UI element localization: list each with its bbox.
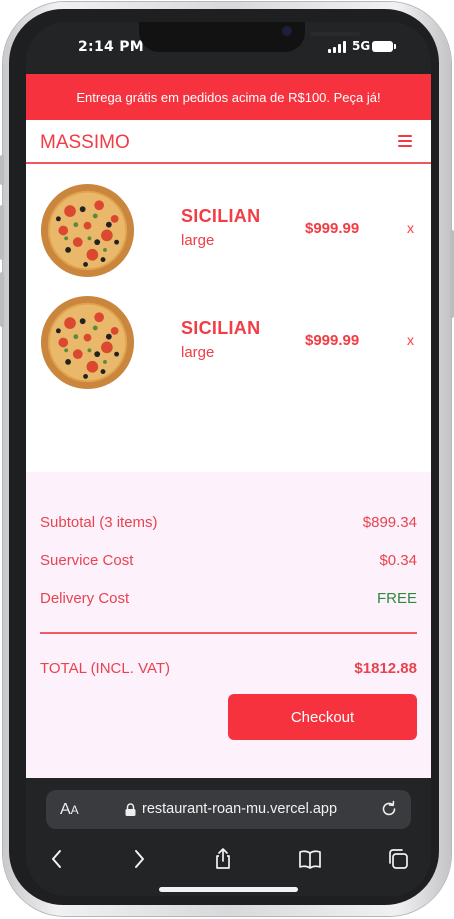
promo-text: Entrega grátis em pedidos acima de R$100…	[76, 89, 381, 105]
service-cost-row: Suervice Cost $0.34	[40, 552, 417, 572]
promo-banner: Entrega grátis em pedidos acima de R$100…	[26, 74, 431, 120]
web-page: Entrega grátis em pedidos acima de R$100…	[26, 74, 431, 778]
back-icon[interactable]	[45, 847, 69, 871]
item-price: $999.99	[305, 220, 360, 237]
cart-item: SICILIAN large $999.99 x	[26, 294, 431, 394]
checkout-button[interactable]: Checkout	[228, 694, 417, 740]
screen: 2:14 PM 5G Entrega grátis em pedidos aci…	[26, 22, 431, 896]
cart-list: SICILIAN large $999.99 x SICILIAN large …	[26, 166, 431, 472]
network-type: 5G	[352, 39, 371, 53]
signal-icon	[328, 41, 348, 53]
remove-item-button[interactable]: x	[407, 220, 414, 236]
item-size: large	[181, 344, 215, 361]
delivery-cost-row: Delivery Cost FREE	[40, 590, 417, 610]
menu-icon[interactable]	[398, 135, 412, 147]
total-value: $1812.88	[354, 660, 417, 677]
side-button	[0, 272, 4, 327]
site-header: MASSIMO	[26, 120, 431, 164]
tabs-icon[interactable]	[386, 847, 410, 871]
brand-logo[interactable]: MASSIMO	[40, 132, 130, 154]
subtotal-value: $899.34	[362, 514, 417, 531]
url-text: restaurant-roan-mu.vercel.app	[142, 801, 338, 817]
item-size: large	[181, 232, 215, 249]
text-size-label: A	[60, 801, 71, 818]
lock-icon	[125, 803, 136, 816]
reload-icon[interactable]	[379, 799, 399, 819]
front-camera	[282, 26, 292, 36]
item-price: $999.99	[305, 332, 360, 349]
side-button	[0, 205, 4, 260]
status-bar: 2:14 PM 5G	[26, 22, 431, 74]
clock: 2:14 PM	[78, 39, 144, 55]
side-button	[450, 230, 454, 318]
service-cost-label: Suervice Cost	[40, 552, 134, 569]
order-summary: Subtotal (3 items) $899.34 Suervice Cost…	[26, 472, 431, 778]
home-indicator[interactable]	[159, 887, 298, 892]
item-name: SICILIAN	[181, 318, 261, 338]
delivery-cost-value: FREE	[376, 590, 417, 607]
notch	[139, 22, 360, 52]
forward-icon[interactable]	[127, 847, 151, 871]
service-cost-value: $0.34	[379, 552, 417, 569]
pizza-image	[40, 295, 135, 390]
text-size-button[interactable]: AA	[60, 801, 79, 819]
subtotal-row: Subtotal (3 items) $899.34	[40, 514, 417, 534]
total-row: TOTAL (INCL. VAT) $1812.88	[40, 660, 417, 680]
summary-divider	[40, 632, 417, 634]
item-name: SICILIAN	[181, 206, 261, 226]
share-icon[interactable]	[211, 847, 235, 871]
side-button	[0, 155, 4, 185]
battery-icon	[372, 41, 396, 52]
delivery-cost-label: Delivery Cost	[40, 590, 130, 607]
browser-toolbar: AA restaurant-roan-mu.vercel.app	[26, 778, 431, 896]
earpiece	[310, 32, 360, 36]
total-label: TOTAL (INCL. VAT)	[40, 660, 171, 677]
subtotal-label: Subtotal (3 items)	[40, 514, 158, 531]
text-size-label-small: A	[70, 803, 79, 817]
remove-item-button[interactable]: x	[407, 332, 414, 348]
cart-item: SICILIAN large $999.99 x	[26, 182, 431, 282]
pizza-image	[40, 183, 135, 278]
bookmarks-icon[interactable]	[298, 847, 322, 871]
address-bar[interactable]: AA restaurant-roan-mu.vercel.app	[46, 790, 411, 829]
